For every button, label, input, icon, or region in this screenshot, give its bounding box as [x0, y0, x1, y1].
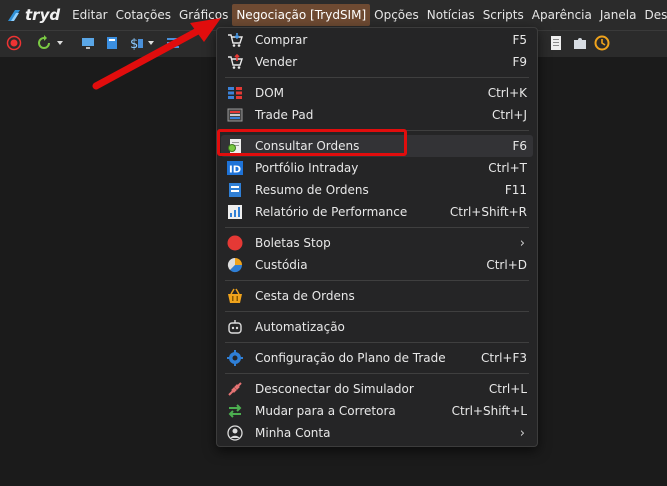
annotation-arrow-icon — [92, 18, 221, 90]
